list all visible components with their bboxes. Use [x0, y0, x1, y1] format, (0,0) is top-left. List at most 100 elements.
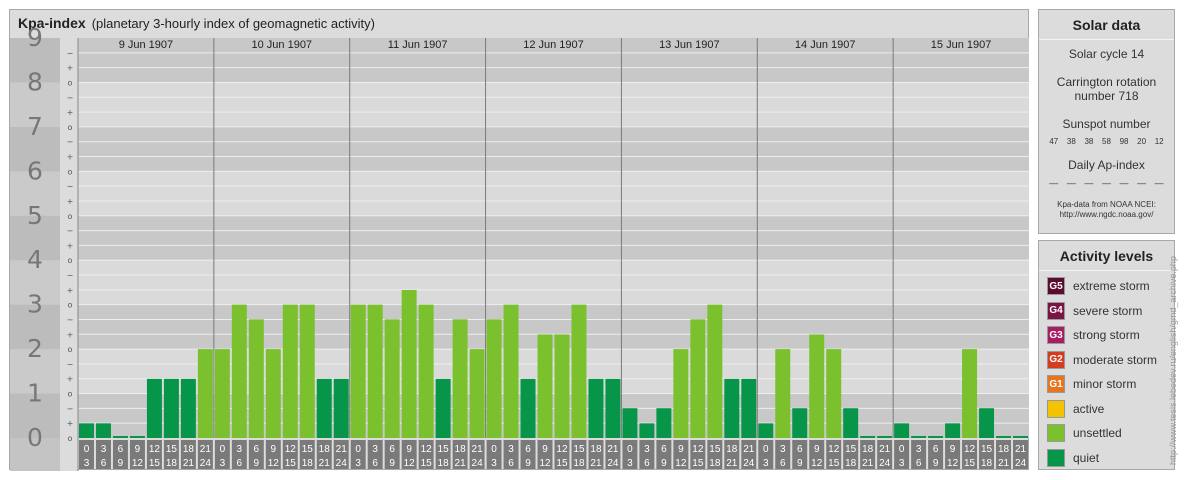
minor-tick-label: − — [67, 360, 74, 369]
day-label: 13 Jun 1907 — [659, 39, 720, 51]
kp-bar — [894, 423, 910, 438]
kpa-chart: 0123456789+o+o−+o−+o−+o−+o−+o−+o−+o−−9 J… — [10, 23, 1029, 471]
kp-bar — [962, 349, 978, 438]
y-tick-label: 3 — [27, 290, 43, 319]
sunspot-value: 58 — [1102, 137, 1111, 146]
interval-end-label: 12 — [811, 458, 823, 469]
interval-start-label: 0 — [491, 444, 497, 455]
y-tick-label: 6 — [27, 156, 43, 185]
interval-end-label: 3 — [491, 458, 497, 469]
minor-tick-label: o — [68, 345, 73, 354]
kp-bar — [622, 408, 638, 438]
interval-end-label: 12 — [404, 458, 416, 469]
interval-end-label: 9 — [254, 458, 260, 469]
minor-tick-label: o — [68, 123, 73, 132]
interval-end-label: 6 — [372, 458, 378, 469]
credit-line-1: Kpa-data from NOAA NCEI: — [1057, 200, 1156, 209]
interval-start-label: 12 — [421, 444, 433, 455]
legend-swatch: G4 — [1047, 301, 1065, 320]
minor-tick-label: − — [67, 227, 74, 236]
kp-bar — [418, 304, 434, 438]
interval-end-label: 9 — [389, 458, 395, 469]
legend-swatch — [1047, 448, 1065, 467]
level-band — [78, 82, 1029, 127]
interval-end-label: 9 — [525, 458, 531, 469]
interval-end-label: 6 — [508, 458, 514, 469]
interval-end-label: 15 — [285, 458, 297, 469]
interval-end-label: 15 — [692, 458, 704, 469]
interval-end-label: 18 — [845, 458, 857, 469]
interval-start-label: 3 — [101, 444, 107, 455]
interval-start-label: 9 — [814, 444, 820, 455]
source-watermark[interactable]: http://www.tesis.lebedev.ru/english/gmd_… — [1168, 256, 1178, 465]
kp-bar — [316, 378, 332, 438]
legend-swatch — [1047, 424, 1065, 443]
minor-tick-label: + — [67, 286, 74, 295]
kp-bar — [843, 408, 859, 438]
interval-start-label: 21 — [336, 444, 348, 455]
legend-badge: G4 — [1049, 305, 1063, 317]
interval-end-label: 24 — [879, 458, 891, 469]
kp-bar — [554, 334, 570, 438]
day-label: 14 Jun 1907 — [795, 39, 856, 51]
interval-start-label: 9 — [135, 444, 141, 455]
interval-start-label: 15 — [302, 444, 314, 455]
interval-end-label: 15 — [149, 458, 161, 469]
minor-tick-label: − — [67, 404, 74, 413]
minor-tick-label: o — [68, 390, 73, 399]
carrington-line-2: number 718 — [1074, 89, 1139, 103]
interval-end-label: 6 — [916, 458, 922, 469]
kp-bar — [452, 319, 468, 438]
interval-end-label: 15 — [964, 458, 976, 469]
kp-bar — [129, 436, 145, 438]
solar-cycle: Solar cycle 14 — [1068, 47, 1145, 61]
ap-value: — — [1137, 178, 1147, 188]
legend-item-moderate-storm: G2 moderate storm — [1039, 348, 1174, 373]
activity-legend: G5 extreme storm G4 severe storm G3 strong … — [1039, 271, 1174, 470]
interval-start-label: 12 — [692, 444, 704, 455]
level-band — [78, 171, 1029, 216]
kp-bar — [758, 423, 774, 438]
interval-end-label: 21 — [455, 458, 467, 469]
credit-line-2[interactable]: http://www.ngdc.noaa.gov/ — [1039, 210, 1174, 220]
y-tick-label: 0 — [27, 423, 43, 452]
interval-end-label: 21 — [998, 458, 1010, 469]
kp-bar — [146, 378, 162, 438]
legend-label: quiet — [1073, 450, 1100, 465]
interval-start-label: 0 — [899, 444, 905, 455]
y-tick-label: 8 — [27, 67, 43, 96]
legend-label: strong storm — [1073, 328, 1140, 343]
interval-start-label: 12 — [556, 444, 568, 455]
kp-bar — [248, 319, 264, 438]
kp-bar — [707, 304, 723, 438]
ap-value: — — [1084, 178, 1094, 188]
kp-bar — [282, 304, 298, 438]
minor-tick-label: − — [67, 182, 74, 191]
kp-bar — [367, 304, 383, 438]
interval-end-label: 3 — [220, 458, 226, 469]
legend-badge: G1 — [1049, 378, 1063, 390]
interval-end-label: 15 — [556, 458, 568, 469]
kp-bar — [979, 408, 995, 438]
legend-label: extreme storm — [1073, 279, 1150, 294]
legend-item-severe-storm: G4 severe storm — [1039, 299, 1174, 324]
interval-start-label: 18 — [862, 444, 874, 455]
interval-start-label: 12 — [964, 444, 976, 455]
y-tick-label: 5 — [27, 201, 43, 230]
interval-start-label: 15 — [709, 444, 721, 455]
kp-bar — [95, 423, 111, 438]
interval-start-label: 0 — [627, 444, 633, 455]
kp-bar — [741, 378, 757, 438]
interval-start-label: 6 — [118, 444, 124, 455]
interval-end-label: 6 — [780, 458, 786, 469]
legend-item-extreme-storm: G5 extreme storm — [1039, 274, 1174, 299]
interval-end-label: 9 — [661, 458, 667, 469]
kp-bar — [690, 319, 706, 438]
kp-bar — [469, 349, 485, 438]
minor-tick-label: + — [67, 330, 74, 339]
sunspot-values: 47 38 38 58 98 20 12 — [1039, 137, 1174, 146]
ap-heading: Daily Ap-index — [1068, 158, 1145, 172]
kp-bar — [214, 349, 230, 438]
ap-value: — — [1154, 178, 1164, 188]
interval-end-label: 18 — [573, 458, 585, 469]
